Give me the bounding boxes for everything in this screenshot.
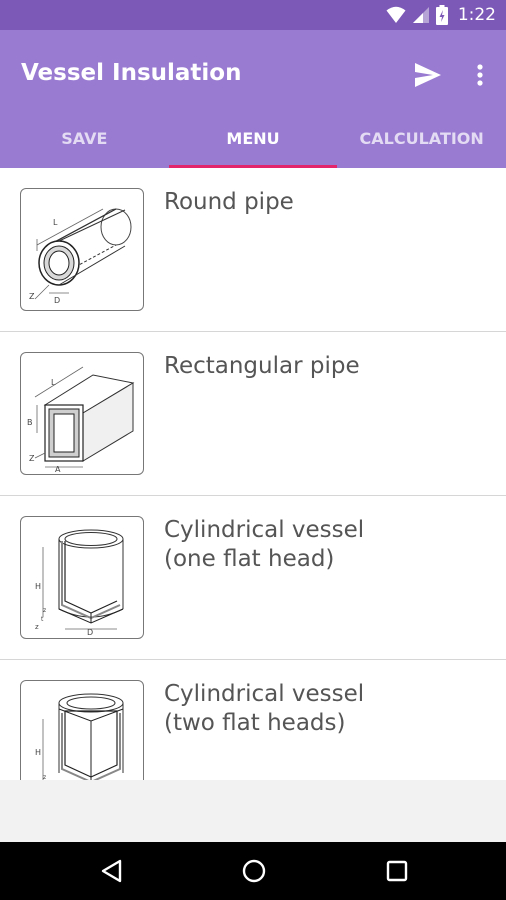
rectangular-pipe-diagram: L B A Z [20,352,144,475]
tab-save[interactable]: SAVE [0,120,169,168]
navigation-bar [0,842,506,900]
menu-list: L D Z Round pipe L B A Z Rectangular pip… [0,168,506,780]
status-icons: 1:22 [386,4,496,26]
home-icon [242,859,266,883]
more-options-button[interactable] [470,61,490,89]
svg-text:Z: Z [29,454,35,463]
menu-item-label: Cylindrical vessel (one flat head) [164,517,365,572]
menu-item-rectangular-pipe[interactable]: L B A Z Rectangular pipe [0,332,506,497]
home-button[interactable] [239,856,269,886]
send-icon [415,63,441,87]
menu-item-label: Rectangular pipe [164,353,360,379]
cylindrical-vessel-two-heads-diagram: H z t [20,680,144,780]
status-time: 1:22 [457,5,496,25]
more-vert-icon [477,64,483,86]
svg-text:L: L [53,218,58,227]
tab-calculation[interactable]: CALCULATION [337,120,506,168]
svg-text:t: t [41,616,44,623]
svg-text:B: B [27,418,33,427]
send-button[interactable] [413,61,443,89]
svg-text:Z: Z [29,292,35,301]
recents-icon [386,860,408,882]
tab-bar: SAVE MENU CALCULATION [0,120,506,168]
menu-item-round-pipe[interactable]: L D Z Round pipe [0,168,506,333]
signal-icon [412,7,429,23]
svg-text:H: H [35,582,41,591]
status-bar: 1:22 [0,0,506,30]
menu-item-label: Cylindrical vessel (two flat heads) [164,681,365,736]
app-bar: Vessel Insulation SAVE MENU CALCULATION [0,30,506,168]
battery-icon [435,5,448,25]
svg-text:D: D [87,628,93,637]
back-icon [101,859,122,883]
cylindrical-vessel-one-head-diagram: H z t z D [20,516,144,639]
back-button[interactable] [98,856,128,886]
menu-item-label: Round pipe [164,189,294,215]
wifi-icon [386,6,406,23]
svg-text:z: z [43,607,46,614]
tab-menu[interactable]: MENU [168,120,338,168]
recents-button[interactable] [382,856,412,886]
svg-text:A: A [55,465,61,474]
svg-text:H: H [35,748,41,757]
menu-item-cylindrical-vessel-two-heads[interactable]: H z t Cylindrical vessel (two flat heads… [0,660,506,780]
menu-item-cylindrical-vessel-one-head[interactable]: H z t z D Cylindrical vessel (one flat h… [0,496,506,661]
empty-area [0,780,506,842]
app-title: Vessel Insulation [21,60,242,86]
svg-text:D: D [54,296,60,305]
svg-text:z: z [35,623,39,631]
svg-text:L: L [51,378,56,387]
round-pipe-diagram: L D Z [20,188,144,311]
